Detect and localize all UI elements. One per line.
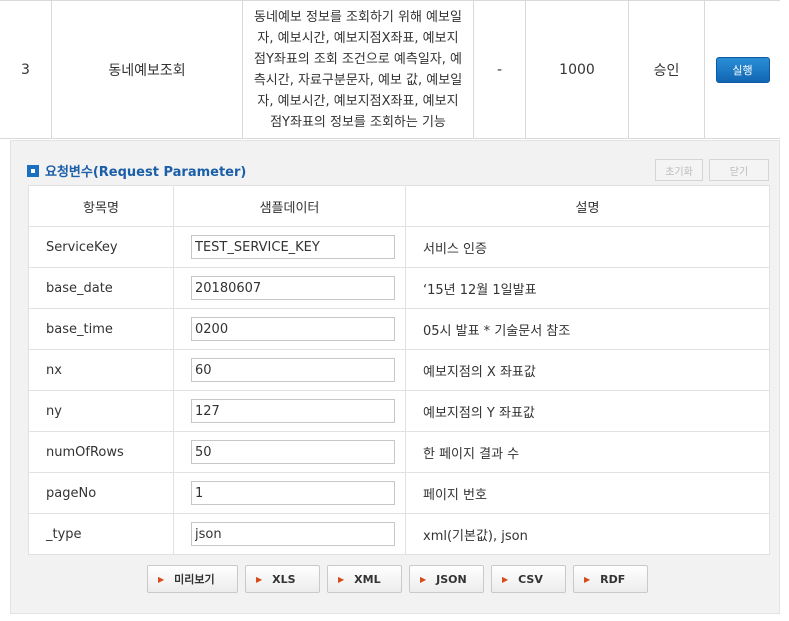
param-value-cell <box>173 308 406 350</box>
table-row: _type xml(기본값), json <box>28 513 770 555</box>
table-row: base_time 05시 발표 * 기술문서 참조 <box>28 308 770 350</box>
param-desc: 한 페이지 결과 수 <box>405 431 770 473</box>
xml-button[interactable]: ▶ XML <box>327 565 402 593</box>
param-name: _type <box>28 513 174 555</box>
param-value-input[interactable] <box>191 399 395 423</box>
table-row: ServiceKey 서비스 인증 <box>28 226 770 268</box>
param-name: ny <box>28 390 174 432</box>
param-value-cell <box>173 349 406 391</box>
preview-button[interactable]: ▶ 미리보기 <box>147 565 238 593</box>
header-sample-data: 샘플데이터 <box>173 185 406 227</box>
header-item-name: 항목명 <box>28 185 174 227</box>
square-bullet-icon <box>27 164 39 177</box>
triangle-right-icon: ▶ <box>584 574 591 584</box>
param-name: nx <box>28 349 174 391</box>
param-desc: xml(기본값), json <box>405 513 770 555</box>
button-label: JSON <box>436 572 467 586</box>
triangle-right-icon: ▶ <box>420 574 427 584</box>
description-line: 점Y좌표의 정보를 조회하는 기능 <box>270 114 446 130</box>
button-label: XML <box>354 572 381 586</box>
api-description: 동네예보 정보를 조회하기 위해 예보일 자, 예보시간, 예보지점X좌표, 예… <box>243 1 474 138</box>
button-label: 미리보기 <box>174 573 215 586</box>
param-value-input[interactable] <box>191 358 395 382</box>
button-label: XLS <box>272 572 296 586</box>
param-name: numOfRows <box>28 431 174 473</box>
param-value-input[interactable] <box>191 522 395 546</box>
param-desc: 05시 발표 * 기술문서 참조 <box>405 308 770 350</box>
param-desc: 페이지 번호 <box>405 472 770 514</box>
table-row: base_date ‘15년 12월 1일발표 <box>28 267 770 309</box>
param-desc: ‘15년 12월 1일발표 <box>405 267 770 309</box>
param-value-cell <box>173 431 406 473</box>
param-value-cell <box>173 513 406 555</box>
param-value-input[interactable] <box>191 440 395 464</box>
param-name: ServiceKey <box>28 226 174 268</box>
param-desc: 서비스 인증 <box>405 226 770 268</box>
param-name: base_time <box>28 308 174 350</box>
exec-cell: 실행 <box>705 1 780 138</box>
triangle-right-icon: ▶ <box>256 574 263 584</box>
panel-top-buttons: 초기화 닫기 <box>655 159 769 181</box>
triangle-right-icon: ▶ <box>502 574 509 584</box>
table-header-row: 항목명 샘플데이터 설명 <box>28 185 770 227</box>
header-description: 설명 <box>405 185 770 227</box>
close-button[interactable]: 닫기 <box>709 159 769 181</box>
table-row: nx 예보지점의 X 좌표값 <box>28 349 770 391</box>
request-parameter-panel: 요청변수(Request Parameter) 초기화 닫기 항목명 샘플데이터… <box>10 140 780 614</box>
execute-button[interactable]: 실행 <box>715 56 770 83</box>
button-label: RDF <box>600 572 626 586</box>
button-label: CSV <box>518 572 543 586</box>
param-value-cell <box>173 226 406 268</box>
description-line: 동네예보 정보를 조회하기 위해 예보일 <box>254 9 462 25</box>
api-name: 동네예보조회 <box>52 1 243 138</box>
param-name: pageNo <box>28 472 174 514</box>
param-value-cell <box>173 472 406 514</box>
param-value-input[interactable] <box>191 481 395 505</box>
parameter-table: 항목명 샘플데이터 설명 ServiceKey 서비스 인증 base_date… <box>28 185 770 555</box>
table-row: ny 예보지점의 Y 좌표값 <box>28 390 770 432</box>
triangle-right-icon: ▶ <box>158 574 165 584</box>
csv-button[interactable]: ▶ CSV <box>491 565 566 593</box>
param-value-input[interactable] <box>191 276 395 300</box>
panel-title: 요청변수(Request Parameter) <box>45 165 247 180</box>
api-row: 3 동네예보조회 동네예보 정보를 조회하기 위해 예보일 자, 예보시간, 예… <box>0 0 780 139</box>
api-status: 승인 <box>629 1 705 138</box>
triangle-right-icon: ▶ <box>338 574 345 584</box>
panel-title-group: 요청변수(Request Parameter) <box>27 161 246 180</box>
param-name: base_date <box>28 267 174 309</box>
rdf-button[interactable]: ▶ RDF <box>573 565 648 593</box>
param-desc: 예보지점의 X 좌표값 <box>405 349 770 391</box>
description-line: 자, 예보시간, 예보지점X좌표, 예보지 <box>257 93 459 109</box>
api-dash: - <box>474 1 526 138</box>
xls-button[interactable]: ▶ XLS <box>245 565 320 593</box>
description-line: 측시간, 자료구분문자, 예보 값, 예보일 <box>253 72 463 88</box>
param-value-cell <box>173 267 406 309</box>
param-value-input[interactable] <box>191 317 395 341</box>
api-count: 1000 <box>526 1 629 138</box>
json-button[interactable]: ▶ JSON <box>409 565 484 593</box>
table-row: numOfRows 한 페이지 결과 수 <box>28 431 770 473</box>
param-value-input[interactable] <box>191 235 395 259</box>
format-buttons: ▶ 미리보기 ▶ XLS ▶ XML ▶ JSON ▶ CSV ▶ RDF <box>147 565 648 593</box>
table-row: pageNo 페이지 번호 <box>28 472 770 514</box>
row-number: 3 <box>0 1 52 138</box>
reset-button[interactable]: 초기화 <box>655 159 703 181</box>
description-line: 자, 예보시간, 예보지점X좌표, 예보지 <box>257 30 459 46</box>
description-line: 점Y좌표의 조회 조건으로 예측일자, 예 <box>253 51 462 67</box>
param-value-cell <box>173 390 406 432</box>
param-desc: 예보지점의 Y 좌표값 <box>405 390 770 432</box>
